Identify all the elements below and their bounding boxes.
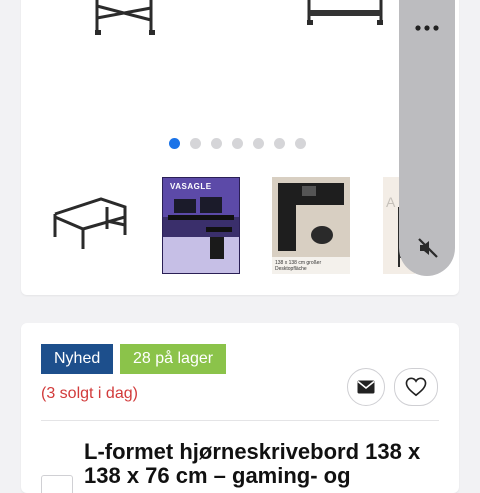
volume-mute-icon[interactable] [417, 237, 439, 264]
thumb-gaming-setup[interactable]: VASAGLE [162, 177, 240, 274]
share-email-button[interactable] [347, 368, 385, 406]
heart-icon [405, 377, 427, 397]
product-gallery-card: VASAGLE 138 x 138 cm großer Desktopfläch… [21, 0, 459, 295]
carousel-dot[interactable] [232, 138, 243, 149]
new-badge: Nyhed [41, 344, 114, 374]
carousel-dot[interactable] [169, 138, 180, 149]
thumb-caption: 138 x 138 cm großer Desktopfläche [275, 260, 322, 272]
carousel-dot[interactable] [211, 138, 222, 149]
carousel-dot[interactable] [190, 138, 201, 149]
hero-product-image[interactable] [21, 0, 459, 127]
thumb-brand-label: VASAGLE [170, 182, 212, 191]
carousel-dot[interactable] [253, 138, 264, 149]
svg-text:A: A [386, 194, 396, 210]
carousel-dot[interactable] [295, 138, 306, 149]
carousel-dots [169, 138, 306, 149]
video-control-panel[interactable] [399, 0, 455, 276]
wishlist-button[interactable] [394, 368, 438, 406]
compare-checkbox[interactable] [41, 475, 73, 493]
product-info-card: Nyhed 28 på lager (3 solgt i dag) L-form… [21, 323, 459, 493]
thumb-desk-l-shape[interactable] [51, 177, 131, 274]
stock-badge: 28 på lager [120, 344, 227, 374]
product-title: L-formet hjørneskrivebord 138 x 138 x 76… [84, 439, 421, 488]
thumb-top-view[interactable]: 138 x 138 cm großer Desktopfläche [272, 177, 350, 274]
carousel-dot[interactable] [274, 138, 285, 149]
envelope-icon [357, 380, 375, 394]
more-horizontal-icon[interactable] [399, 14, 455, 34]
sold-today-text: (3 solgt i dag) [41, 385, 138, 402]
divider [41, 420, 439, 421]
